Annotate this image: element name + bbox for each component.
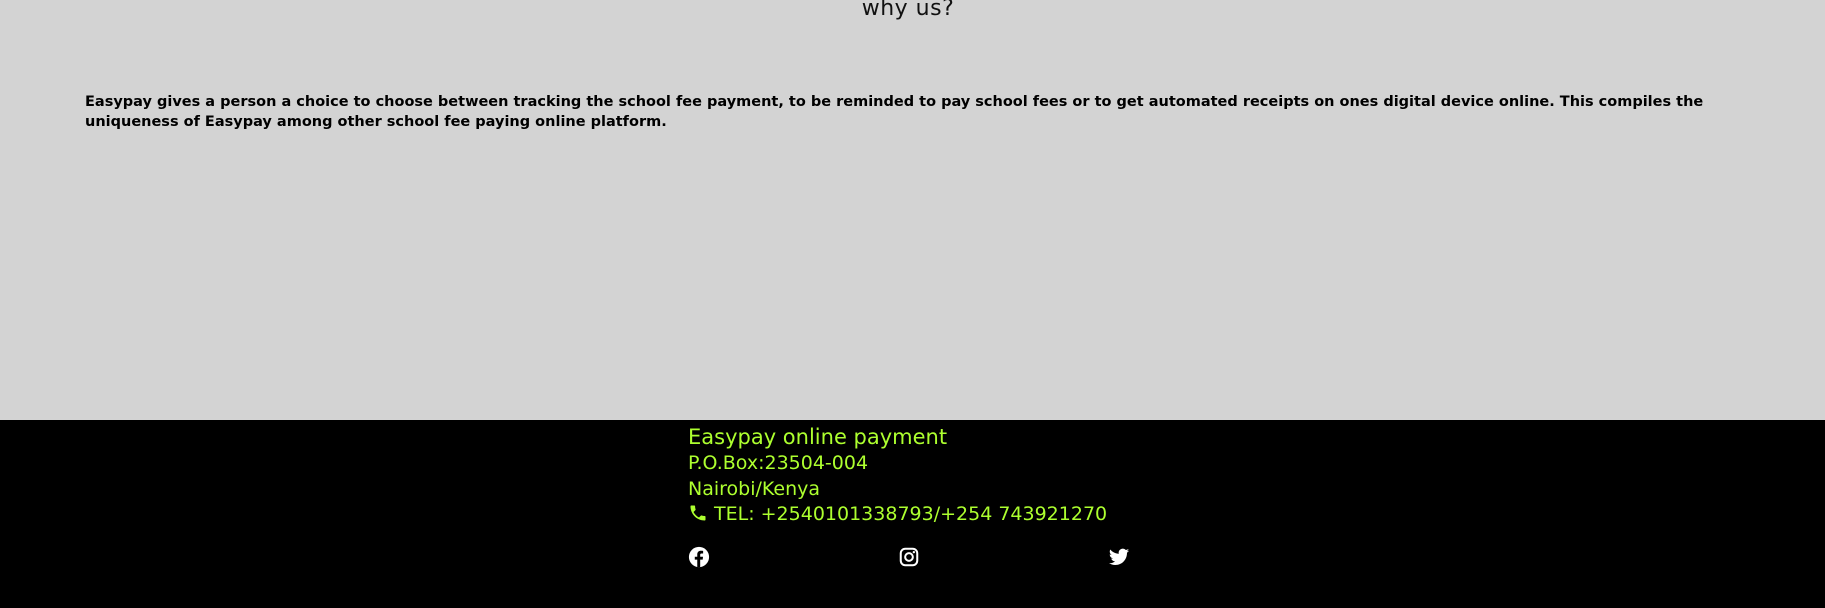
instagram-icon xyxy=(898,546,920,568)
why-us-heading: why us? xyxy=(861,0,955,21)
phone-line: TEL: +2540101338793/+254 743921270 xyxy=(688,502,1148,528)
why-us-section: why us? Easypay gives a person a choice … xyxy=(0,0,1825,420)
footer-title: Easypay online payment xyxy=(688,425,948,449)
phone-icon xyxy=(688,503,708,523)
phone-number: TEL: +2540101338793/+254 743921270 xyxy=(714,503,1108,525)
po-box: P.O.Box:23504-004 xyxy=(688,452,869,474)
location: Nairobi/Kenya xyxy=(688,477,821,500)
twitter-icon xyxy=(1108,546,1130,568)
why-us-paragraph: Easypay gives a person a choice to choos… xyxy=(85,94,1704,130)
twitter-link[interactable] xyxy=(1108,546,1130,568)
facebook-icon xyxy=(688,546,710,568)
facebook-link[interactable] xyxy=(688,546,710,568)
social-links xyxy=(688,546,1130,570)
footer: Easypay online payment P.O.Box:23504-004… xyxy=(0,420,1825,608)
contact-block: Easypay online payment P.O.Box:23504-004… xyxy=(688,423,1148,528)
instagram-link[interactable] xyxy=(898,546,920,568)
